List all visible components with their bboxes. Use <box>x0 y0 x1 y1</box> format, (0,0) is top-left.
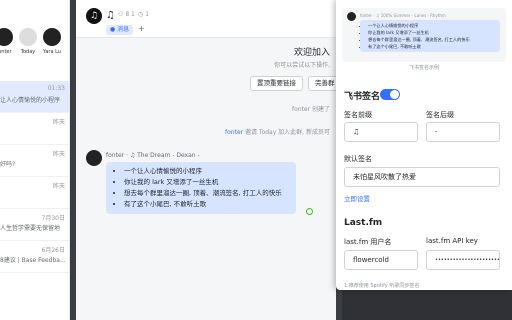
lastfm-key-label: last.fm API key <box>426 237 478 245</box>
app-window: fonter Today Yara Lu 01:33 让人心情愉悦的小程序 昨天… <box>0 0 512 320</box>
timestamp: 6月26日 <box>41 247 65 254</box>
user-link[interactable]: fonter <box>225 129 243 136</box>
contact-name: Yara Lu <box>42 49 61 55</box>
chat-bubble-icon: ● <box>110 26 116 33</box>
message-sender: fonter · ♫ The Dream - Dexan - <box>106 152 200 159</box>
default-signature-label: 默认签名 <box>344 155 372 163</box>
message-preview: 让人心情愉悦的小程序 <box>0 97 61 104</box>
tab-messages[interactable]: ● 消息 <box>106 25 134 35</box>
welcome-subtitle: 你可以尝试以下操作, <box>274 62 330 69</box>
preview-sender: fonter · ♫ 100% Summer - Lanes - Rhythm <box>360 13 446 18</box>
message-line: 想去每个群里溜达一圈, 顶着、潮流签名, 打工人的快乐 <box>124 188 290 199</box>
chat-pane: ♫ ♫ ⚇ 8 1 ◷ 1 ● 消息 + 欢迎加入 你可以尝试以下操作, 置顶重… <box>76 0 336 320</box>
group-avatar[interactable]: ♫ <box>86 8 102 24</box>
message-preview: 好吗? <box>0 161 16 168</box>
section-title-feishu: 飞书签名 <box>344 92 381 102</box>
timestamp: 01:33 <box>47 85 65 92</box>
member-count[interactable]: ⚇ 8 1 <box>118 11 135 18</box>
preview-bubble: 一个让人心情愉悦的小程序 你让我的 lark 又增添了一丝生机 想去每个群里溜达… <box>360 20 500 52</box>
timestamp: 7月30日 <box>41 215 65 222</box>
clock-icon: ◷ <box>138 11 144 18</box>
avatar[interactable] <box>86 150 102 166</box>
pinned-contact[interactable]: Yara Lu <box>42 28 62 55</box>
preview-caption: 飞书签名示例 <box>408 65 439 71</box>
list-item[interactable]: 01:33 让人心情愉悦的小程序 <box>0 81 69 113</box>
add-tab-button[interactable]: + <box>138 24 145 33</box>
timestamp: 昨天 <box>52 119 65 126</box>
section-title-lastfm: Last.fm <box>344 218 383 228</box>
chat-header: ♫ ♫ ⚇ 8 1 ◷ 1 ● 消息 + <box>76 0 336 38</box>
list-item[interactable]: 昨天 <box>0 177 69 209</box>
welcome-title: 欢迎加入 <box>293 48 330 58</box>
preview-line: 一个让人心情愉悦的小程序 <box>368 22 496 29</box>
contact-name: fonter <box>0 49 12 55</box>
preview-line: 你让我的 lark 又增添了一丝生机 <box>368 29 496 36</box>
system-message: fonter 邀请 Today 加入此群, 新成员可 <box>225 129 330 136</box>
signature-toggle[interactable] <box>380 89 400 100</box>
preview-line: 有了这个小尾巴, 不敢听土歌 <box>368 43 496 50</box>
avatar <box>347 12 356 21</box>
chat-list: fonter Today Yara Lu 01:33 让人心情愉悦的小程序 昨天… <box>0 0 70 320</box>
chat-title: ♫ <box>106 10 115 21</box>
read-check-icon <box>306 208 313 215</box>
lastfm-user-input[interactable]: flowercold <box>344 250 418 270</box>
prefix-input[interactable]: ♫ <box>344 122 418 142</box>
suffix-label: 签名后缀 <box>426 111 454 119</box>
avatar <box>19 28 37 46</box>
timestamp: 昨天 <box>52 151 65 158</box>
message-line: 有了这个小尾巴, 不敢听土歌 <box>124 199 290 210</box>
welcome-block: 欢迎加入 你可以尝试以下操作, <box>274 45 330 69</box>
timestamp: 昨天 <box>52 183 65 190</box>
message-line: 一个让人心情愉悦的小程序 <box>124 166 290 177</box>
message-preview: 8建议 | Base Feedba... <box>0 257 66 264</box>
suffix-input[interactable]: - <box>426 122 500 142</box>
preview-line: 想去每个群里溜达一圈, 顶着、潮流签名, 打工人的快乐 <box>368 36 496 43</box>
pin-links-button[interactable]: 置顶重要链接 <box>250 76 303 91</box>
pinned-contact[interactable]: Today <box>18 28 38 55</box>
members-icon: ⚇ <box>118 11 124 18</box>
lastfm-user-label: last.fm 用户名 <box>344 238 392 246</box>
system-message: fonter 创建了 <box>291 106 330 113</box>
message-preview: 人生哲学需要无保留地 <box>0 225 61 232</box>
default-signature-input[interactable]: 未怕星风吹散了热爱 <box>344 167 500 187</box>
complete-group-button[interactable]: 完善群 <box>308 76 336 91</box>
message-bubble[interactable]: 一个让人心情愉悦的小程序 你让我的 lark 又增添了一丝生机 想去每个群里溜达… <box>106 162 296 214</box>
list-item[interactable]: 6月26日 8建议 | Base Feedba... <box>0 241 69 273</box>
lastfm-key-input[interactable]: •••••••••••••••••••••••••••• <box>426 250 500 270</box>
prefix-label: 签名前缀 <box>344 111 372 119</box>
settings-link[interactable]: 立即设置 <box>344 193 370 203</box>
list-item[interactable]: 昨天 好吗? <box>0 145 69 177</box>
avatar <box>43 28 61 46</box>
contact-name: Today <box>20 49 36 55</box>
message-line: 你让我的 lark 又增添了一丝生机 <box>124 177 290 188</box>
settings-popup: fonter · ♫ 100% Summer - Lanes - Rhythm … <box>336 0 512 290</box>
list-item[interactable]: 昨天 <box>0 113 69 145</box>
pinned-contacts: fonter Today Yara Lu <box>0 0 69 55</box>
extra-count[interactable]: ◷ 1 <box>138 11 149 18</box>
footnote: 1.推荐使用 Spotify 听歌同步签名 <box>344 283 420 289</box>
signature-preview: fonter · ♫ 100% Summer - Lanes - Rhythm … <box>342 8 506 62</box>
list-item[interactable]: 7月30日 人生哲学需要无保留地 <box>0 209 69 241</box>
pinned-contact[interactable]: fonter <box>0 28 14 55</box>
avatar <box>0 28 13 46</box>
